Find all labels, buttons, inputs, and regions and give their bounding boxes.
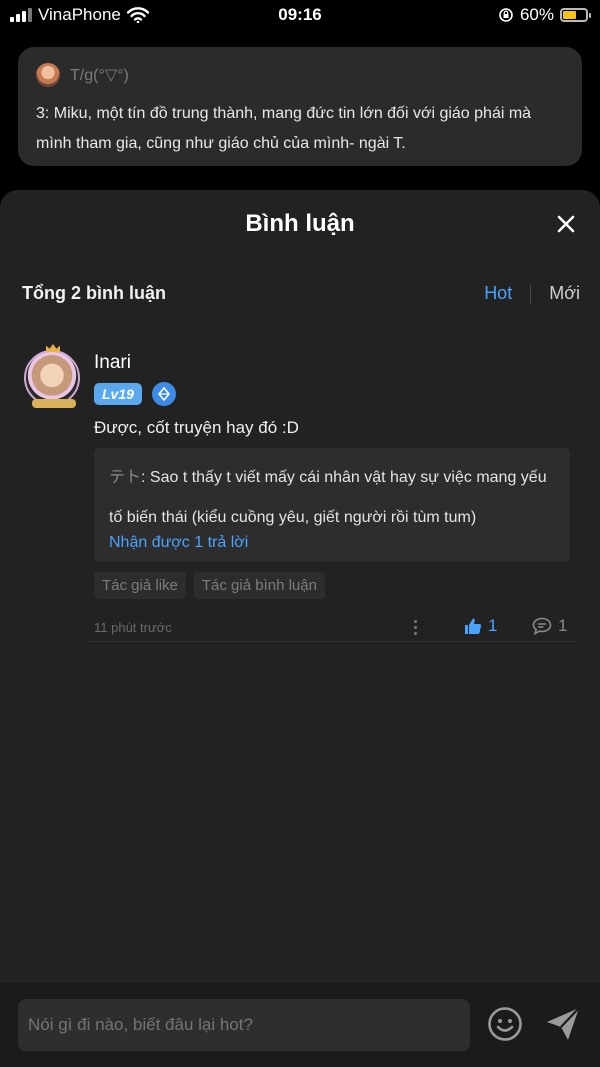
- battery-percent: 60%: [519, 5, 554, 24]
- reply-preview-line: テト: Sao t thấy t viết mấy cái nhân vật h…: [109, 458, 555, 538]
- send-icon[interactable]: [544, 1005, 582, 1043]
- comment-input[interactable]: [18, 999, 470, 1051]
- post-author-row: T/g(°▽°): [36, 63, 564, 87]
- avatar[interactable]: [24, 344, 80, 408]
- emoji-icon[interactable]: [487, 1006, 523, 1042]
- close-icon[interactable]: [554, 212, 578, 236]
- divider: [86, 641, 576, 642]
- like-count: 1: [488, 616, 498, 635]
- more-options-icon[interactable]: [412, 619, 418, 637]
- comment-count: Tổng 2 bình luận: [22, 283, 166, 303]
- status-bar: VinaPhone 09:16 60%: [0, 0, 600, 34]
- tag-author-comment: Tác giả bình luận: [193, 572, 325, 599]
- avatar-frame-ribbon: [32, 399, 76, 408]
- sort-divider: [530, 283, 532, 304]
- comment-input-bar: [0, 983, 600, 1067]
- battery-icon: [560, 8, 591, 22]
- user-badges: Lv19: [94, 382, 176, 406]
- comment-text: Được, cốt truyện hay đó :D: [94, 418, 299, 437]
- diamond-badge-icon: [151, 382, 176, 406]
- crown-icon: [46, 344, 60, 352]
- post-author-name: T/g(°▽°): [70, 67, 129, 84]
- thumbs-up-icon: [465, 618, 482, 634]
- sort-hot-tab[interactable]: Hot: [484, 283, 512, 304]
- status-right: 60%: [498, 5, 591, 25]
- sort-new-tab[interactable]: Mới: [549, 283, 580, 304]
- comments-sheet: Bình luận Tổng 2 bình luận Hot Mới Inari…: [0, 190, 600, 1067]
- reply-preview[interactable]: テト: Sao t thấy t viết mấy cái nhân vật h…: [94, 448, 570, 562]
- post-text: 3: Miku, một tín đồ trung thành, mang đứ…: [36, 105, 532, 152]
- comment-meta: 11 phút trước 1 1: [94, 614, 574, 644]
- reply-count: 1: [558, 616, 568, 635]
- reply-author: テト: [109, 469, 142, 486]
- commenter-name[interactable]: Inari: [94, 352, 131, 374]
- rotation-lock-icon: [499, 8, 513, 22]
- level-badge: Lv19: [94, 383, 142, 405]
- like-button[interactable]: 1: [464, 616, 497, 636]
- comment-bubble-icon: [532, 617, 552, 635]
- comment-tags: Tác giả like Tác giả bình luận: [94, 572, 325, 599]
- tag-author-like: Tác giả like: [94, 572, 186, 599]
- reply-button[interactable]: 1: [532, 616, 567, 636]
- reply-text: : Sao t thấy t viết mấy cái nhân vật hay…: [109, 469, 547, 526]
- post-card[interactable]: T/g(°▽°) 3: Miku, một tín đồ trung thành…: [18, 47, 582, 166]
- post-author-avatar: [36, 63, 60, 87]
- sheet-title: Bình luận: [245, 210, 355, 237]
- sort-tabs: Hot Mới: [484, 283, 580, 304]
- comment-time: 11 phút trước: [94, 620, 172, 635]
